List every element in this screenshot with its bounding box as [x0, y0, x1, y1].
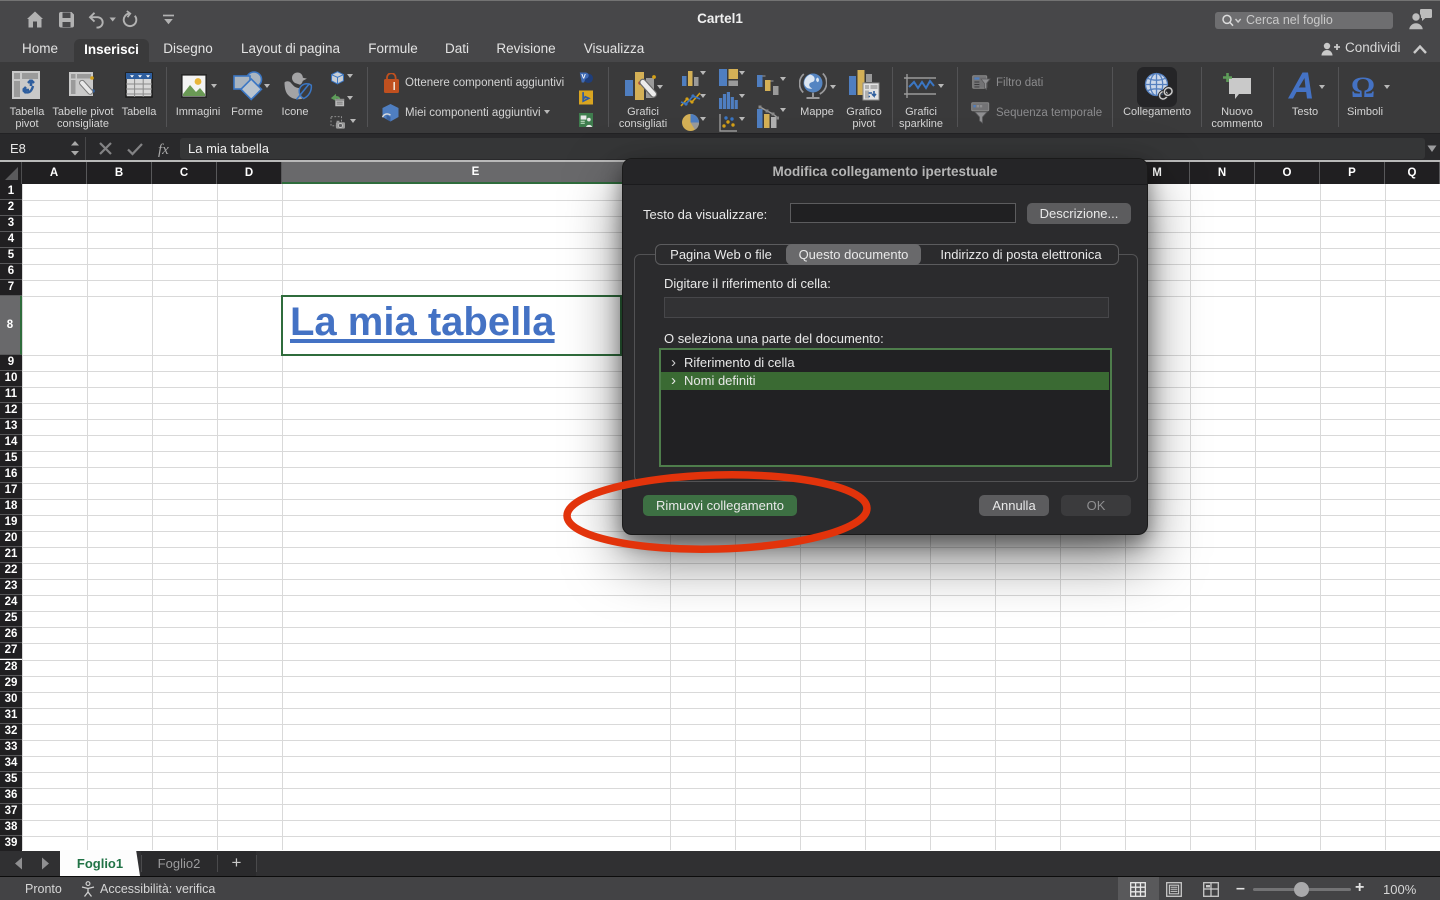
svg-text:V: V: [581, 73, 586, 80]
svg-text:Ω: Ω: [1351, 72, 1375, 99]
svg-text:fx: fx: [158, 142, 169, 157]
